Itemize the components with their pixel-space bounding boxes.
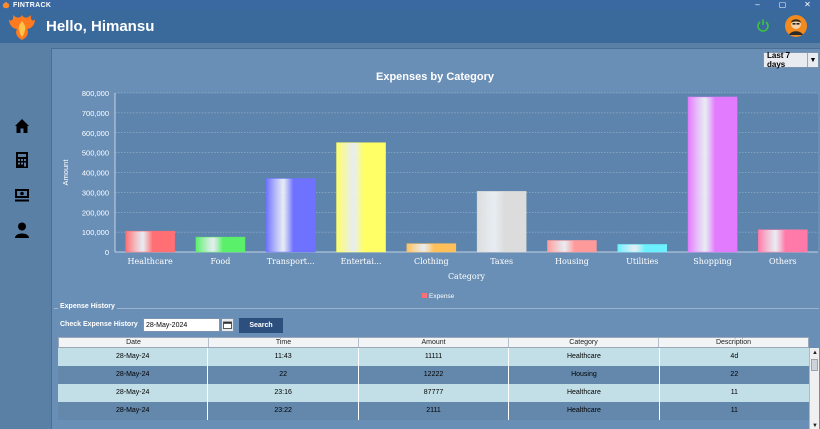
cell-description: 11	[730, 407, 738, 414]
search-button[interactable]: Search	[239, 318, 283, 333]
cash-icon[interactable]	[12, 185, 32, 205]
y-tick-label: 300,000	[82, 188, 109, 197]
bar	[476, 191, 527, 253]
cell-amount: 87777	[359, 384, 510, 402]
app-window: FINTRACK – ▢ ✕ Hello, Himansu Expenses b…	[0, 0, 820, 429]
bar	[125, 230, 175, 253]
cell-amount: 12222	[359, 366, 510, 384]
cell-category: Healthcare	[509, 402, 660, 420]
y-axis-label: Amount	[61, 159, 70, 186]
cell-description: 4d	[730, 353, 739, 360]
expense-history-section: Expense History Check Expense History Se…	[54, 303, 820, 429]
bar	[406, 243, 457, 253]
y-tick-label: 400,000	[82, 169, 109, 178]
x-tick-label: Taxes	[490, 257, 513, 266]
cell-time: 23:22	[208, 402, 359, 420]
x-tick-label: Clothing	[414, 257, 449, 266]
cell-category: Healthcare	[509, 348, 660, 366]
x-tick-label: Healthcare	[128, 257, 173, 266]
table-header: Date Time Amount Category Description	[58, 337, 809, 348]
avatar-icon[interactable]	[785, 15, 807, 37]
x-tick-label: Housing	[555, 257, 589, 266]
table-scrollbar[interactable]: ▲ ▼	[809, 348, 819, 429]
cell-date: 28-May-24	[58, 384, 209, 402]
bar	[687, 96, 738, 253]
table-row[interactable]: 28-May-24 22 12222 Housing 22	[58, 366, 809, 384]
header: Hello, Himansu	[0, 10, 820, 43]
expenses-chart: Expenses by Category 0 100,000 200,000 300,0…	[61, 71, 818, 300]
bar	[266, 178, 316, 253]
date-range-value: Last 7 days	[767, 51, 791, 69]
greeting-text: Hello, Himansu	[46, 18, 155, 35]
y-tick-label: 600,000	[82, 129, 109, 138]
chevron-down-icon[interactable]: ▼	[807, 53, 818, 67]
y-tick-label: 700,000	[82, 109, 109, 118]
maximize-button[interactable]: ▢	[770, 0, 795, 10]
cell-time: 11:43	[208, 348, 359, 366]
sidebar	[0, 43, 44, 429]
cell-time: 22	[208, 366, 359, 384]
expense-history-title: Expense History	[58, 303, 117, 310]
scroll-up-icon[interactable]: ▲	[810, 348, 820, 358]
cell-amount: 2111	[359, 402, 510, 420]
date-input[interactable]	[143, 318, 220, 332]
bar	[617, 244, 667, 253]
column-header-date[interactable]: Date	[59, 338, 209, 347]
cell-date: 28-May-24	[58, 402, 209, 420]
cell-time: 23:16	[208, 384, 359, 402]
cell-category: Housing	[509, 366, 660, 384]
power-icon[interactable]	[756, 18, 770, 32]
column-header-category[interactable]: Category	[509, 338, 659, 347]
close-button[interactable]: ✕	[795, 0, 820, 10]
cell-date: 28-May-24	[58, 348, 209, 366]
home-icon[interactable]	[12, 116, 32, 136]
bar	[758, 229, 808, 253]
table-row[interactable]: 28-May-24 11:43 11111 Healthcare 4d	[58, 348, 809, 366]
table-body: 28-May-24 11:43 11111 Healthcare 4d 28-M…	[58, 348, 809, 420]
calculator-icon[interactable]	[12, 150, 32, 170]
cell-description: 11	[730, 389, 738, 396]
expense-history-table: Date Time Amount Category Description 28…	[58, 337, 820, 429]
main-panel: Expenses by Category 0 100,000 200,000 300,0…	[51, 48, 820, 429]
legend-label: Expense	[429, 293, 455, 300]
check-history-label: Check Expense History	[60, 321, 138, 328]
window-title: FINTRACK	[13, 1, 52, 9]
y-tick-label: 500,000	[82, 149, 109, 158]
y-tick-label: 800,000	[82, 89, 109, 98]
cell-description: 22	[730, 371, 739, 378]
x-tick-label: Transport...	[267, 257, 315, 266]
column-header-amount[interactable]: Amount	[359, 338, 509, 347]
scroll-down-icon[interactable]: ▼	[810, 421, 820, 429]
x-tick-label: Shopping	[693, 257, 732, 266]
calendar-icon[interactable]	[221, 318, 234, 332]
cell-amount: 11111	[359, 348, 510, 366]
table-row[interactable]: 28-May-24 23:16 87777 Healthcare 11	[58, 384, 809, 402]
phoenix-logo-icon	[9, 15, 35, 40]
y-tick-label: 0	[105, 248, 109, 257]
x-axis-label: Category	[448, 272, 486, 281]
x-tick-label: Food	[211, 257, 231, 266]
column-header-time[interactable]: Time	[209, 338, 359, 347]
table-row[interactable]: 28-May-24 23:22 2111 Healthcare 11	[58, 402, 809, 420]
minimize-button[interactable]: –	[745, 0, 770, 10]
bar	[195, 236, 246, 253]
cell-date: 28-May-24	[58, 366, 209, 384]
bar	[336, 142, 386, 253]
y-tick-label: 100,000	[82, 228, 109, 237]
app-logo-icon	[2, 1, 10, 9]
x-tick-label: Others	[769, 257, 797, 266]
user-icon[interactable]	[12, 220, 32, 240]
x-tick-label: Entertai...	[341, 257, 382, 266]
bar	[547, 240, 597, 253]
column-header-description[interactable]: Description	[659, 338, 808, 347]
scroll-thumb[interactable]	[811, 359, 818, 371]
y-tick-label: 200,000	[82, 208, 109, 217]
date-range-dropdown[interactable]: Last 7 days ▼	[763, 51, 819, 69]
cell-category: Healthcare	[509, 384, 660, 402]
legend-swatch	[422, 293, 427, 298]
x-tick-label: Utilities	[626, 257, 658, 266]
title-bar: FINTRACK – ▢ ✕	[0, 0, 820, 10]
chart-title: Expenses by Category	[376, 71, 495, 83]
